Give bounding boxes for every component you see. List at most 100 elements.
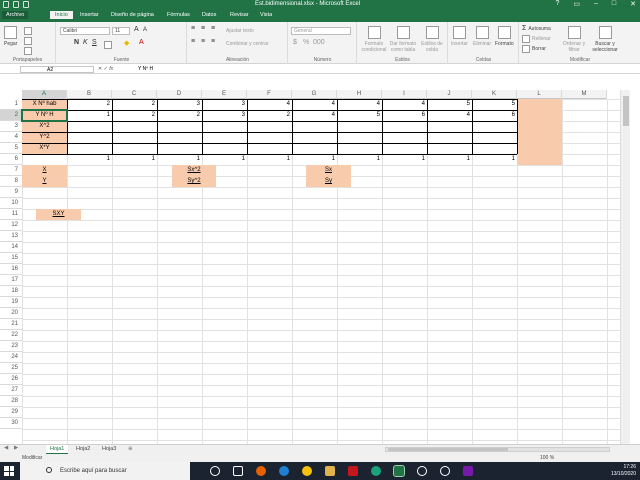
paste-button[interactable]: Pegar [4, 26, 17, 47]
row-header-21[interactable]: 21 [0, 319, 22, 330]
cell-a3[interactable]: X^2 [22, 121, 67, 132]
cell-b1[interactable]: 2 [67, 99, 112, 110]
cell-c2[interactable]: 2 [112, 110, 157, 121]
column-header-j[interactable]: J [427, 90, 472, 99]
ribbon-options-icon[interactable]: ▭ [573, 0, 580, 8]
align-center-icon[interactable]: ≡ [201, 38, 205, 45]
row-header-9[interactable]: 9 [0, 187, 22, 198]
cell-i1[interactable]: 4 [382, 99, 427, 110]
row-header-29[interactable]: 29 [0, 407, 22, 418]
row-header-8[interactable]: 8 [0, 176, 22, 187]
percent-icon[interactable]: % [303, 39, 309, 46]
cell-j6[interactable]: 1 [427, 154, 472, 165]
cell-a10[interactable]: SXY [36, 209, 81, 220]
column-header-e[interactable]: E [202, 90, 247, 99]
align-top-icon[interactable]: ≡ [191, 25, 195, 32]
autosum-button[interactable]: Σ Autosuma [522, 25, 551, 32]
column-header-a[interactable]: A [22, 90, 67, 99]
function-icon[interactable]: fx [109, 66, 113, 72]
row-header-13[interactable]: 13 [0, 231, 22, 242]
row-header-12[interactable]: 12 [0, 220, 22, 231]
horizontal-scroll-thumb[interactable] [388, 448, 508, 451]
column-header-b[interactable]: B [67, 90, 112, 99]
fill-color-icon[interactable]: ◆ [124, 39, 129, 47]
clock-app-icon[interactable] [417, 466, 427, 476]
cancel-icon[interactable]: ✕ [98, 66, 102, 72]
align-middle-icon[interactable]: ≡ [201, 25, 205, 32]
row-header-27[interactable]: 27 [0, 385, 22, 396]
save-icon[interactable] [3, 1, 9, 8]
cell-l3[interactable] [517, 121, 562, 132]
sheet-tab-hoja1[interactable]: Hoja1 [46, 445, 69, 454]
maximize-button[interactable]: □ [612, 0, 616, 8]
cell-b2[interactable]: 1 [67, 110, 112, 121]
cell-h1[interactable]: 4 [337, 99, 382, 110]
sheet-nav-prev-icon[interactable]: ◀ [4, 445, 8, 451]
tab-view[interactable]: Vista [260, 12, 272, 18]
vertical-scrollbar[interactable] [620, 90, 630, 444]
insert-cells-button[interactable]: Insertar [451, 26, 468, 47]
column-header-k[interactable]: K [472, 90, 517, 99]
cell-e2[interactable]: 3 [202, 110, 247, 121]
row-header-7[interactable]: 7 [0, 165, 22, 176]
taskbar-search-box[interactable]: Escribe aquí para buscar [20, 462, 190, 480]
cell-g2[interactable]: 4 [292, 110, 337, 121]
number-format-select[interactable]: General [291, 27, 351, 35]
chrome-icon[interactable] [302, 466, 312, 476]
format-as-table-button[interactable]: Dar formato como tabla [389, 26, 417, 53]
column-header-h[interactable]: H [337, 90, 382, 99]
row-header-4[interactable]: 4 [0, 132, 22, 143]
format-cells-button[interactable]: Formato [495, 26, 514, 47]
delete-cells-button[interactable]: Eliminar [473, 26, 491, 47]
row-header-24[interactable]: 24 [0, 352, 22, 363]
row-header-28[interactable]: 28 [0, 396, 22, 407]
enter-icon[interactable]: ✓ [104, 66, 108, 72]
cell-i2[interactable]: 6 [382, 110, 427, 121]
name-box[interactable]: A2 [20, 66, 94, 73]
cell-d1[interactable]: 3 [157, 99, 202, 110]
cell-h2[interactable]: 5 [337, 110, 382, 121]
font-size-select[interactable]: 11 [112, 27, 130, 35]
grow-font-icon[interactable]: A [134, 26, 139, 33]
row-header-2[interactable]: 2 [0, 110, 22, 121]
close-button[interactable]: ✕ [630, 0, 636, 8]
sheet-tab-hoja2[interactable]: Hoja2 [72, 445, 94, 454]
cell-d6[interactable]: 1 [157, 154, 202, 165]
cell-f1[interactable]: 4 [247, 99, 292, 110]
cell-g8[interactable]: Sy [306, 176, 351, 187]
firefox-icon[interactable] [256, 466, 266, 476]
cell-l2[interactable] [517, 110, 562, 121]
row-header-3[interactable]: 3 [0, 121, 22, 132]
row-header-16[interactable]: 16 [0, 264, 22, 275]
font-name-select[interactable]: Calibri [60, 27, 110, 35]
zoom-level[interactable]: 100 % [540, 455, 554, 461]
redo-icon[interactable] [23, 1, 29, 8]
column-header-g[interactable]: G [292, 90, 337, 99]
clear-button[interactable]: Borrar [522, 45, 546, 53]
excel-icon[interactable] [393, 465, 405, 477]
align-left-icon[interactable]: ≡ [191, 38, 195, 45]
copy-icon[interactable] [24, 37, 32, 45]
tab-formulas[interactable]: Fórmulas [167, 12, 190, 18]
sheet-tab-hoja3[interactable]: Hoja3 [98, 445, 120, 454]
cell-l1[interactable] [517, 99, 562, 110]
tab-review[interactable]: Revisar [230, 12, 249, 18]
file-explorer-icon[interactable] [325, 466, 335, 476]
tab-page-layout[interactable]: Diseño de página [111, 12, 154, 18]
system-tray[interactable]: 17:26 13/10/2020 [611, 464, 636, 478]
cell-f2[interactable]: 2 [247, 110, 292, 121]
cell-a7[interactable]: X [22, 165, 67, 176]
column-header-m[interactable]: M [562, 90, 607, 99]
italic-icon[interactable]: K [83, 39, 88, 46]
bold-icon[interactable]: N [74, 39, 79, 46]
row-header-22[interactable]: 22 [0, 330, 22, 341]
undo-icon[interactable] [13, 1, 19, 8]
sort-filter-button[interactable]: Ordenar y filtrar [560, 26, 588, 53]
fill-button[interactable]: Rellenar [522, 35, 551, 43]
cell-l6[interactable] [517, 154, 562, 165]
cell-k2[interactable]: 6 [472, 110, 517, 121]
column-header-c[interactable]: C [112, 90, 157, 99]
merge-center-button[interactable]: Combinar y centrar [226, 41, 269, 47]
column-header-f[interactable]: F [247, 90, 292, 99]
row-header-15[interactable]: 15 [0, 253, 22, 264]
